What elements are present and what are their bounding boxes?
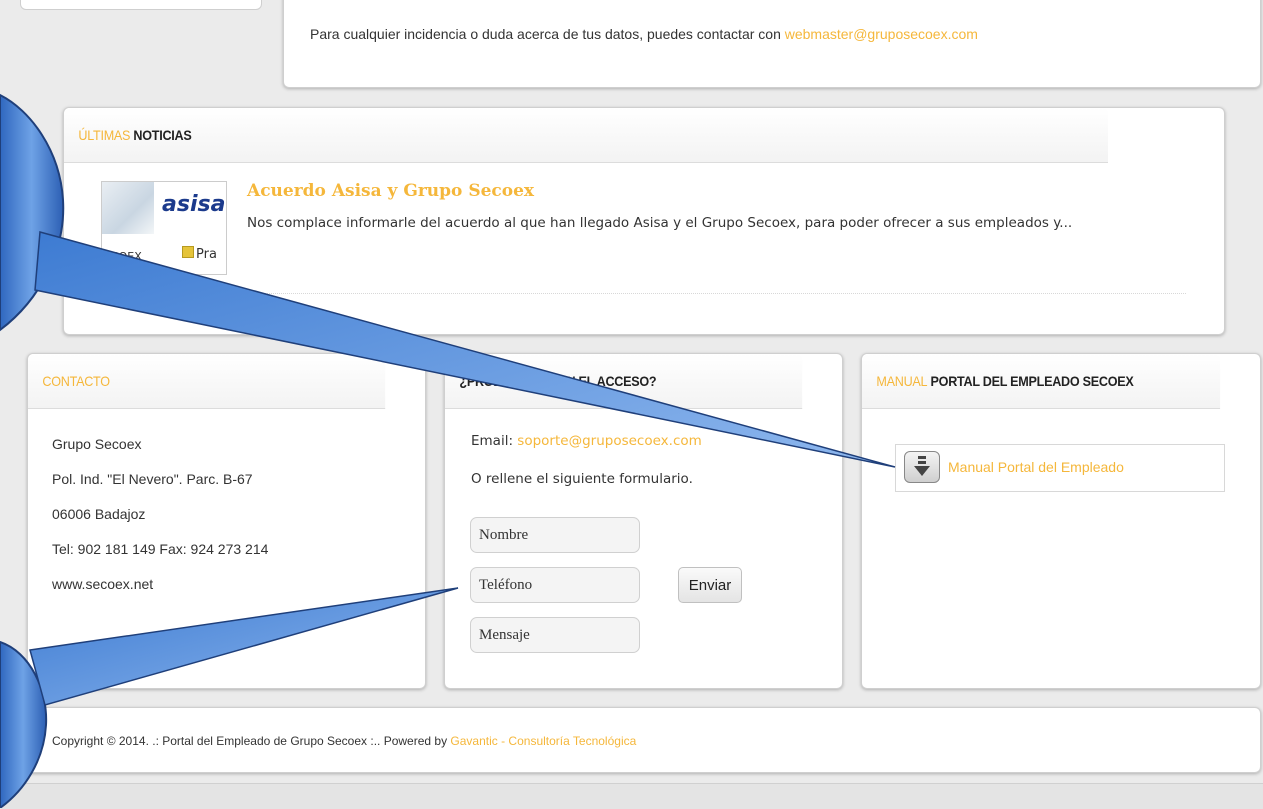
page-bottom-band (0, 783, 1263, 809)
news-thumbnail[interactable]: asisa ECOEX Pra (101, 181, 227, 275)
callout-bubble-upper (0, 93, 65, 332)
news-panel-header: ÚLTIMAS NOTICIAS (64, 108, 1108, 163)
footer-panel: Copyright © 2014. .: Portal del Empleado… (27, 707, 1261, 773)
manual-download-label: Manual Portal del Empleado (948, 459, 1124, 475)
access-title: ¿PROBLEMAS CON EL ACCESO? (459, 373, 657, 389)
form-intro: O rellene el siguiente formulario. (471, 471, 693, 487)
phone-input[interactable] (470, 567, 640, 603)
footer-text: Copyright © 2014. .: Portal del Empleado… (52, 734, 637, 748)
support-email-line: Email: soporte@gruposecoex.com (471, 433, 702, 449)
send-button[interactable]: Enviar (678, 567, 742, 603)
support-email-link[interactable]: soporte@gruposecoex.com (517, 433, 701, 449)
contact-line: 06006 Badajoz (52, 506, 146, 522)
thumb-brand: asisa (162, 192, 226, 217)
manual-panel: MANUAL PORTAL DEL EMPLEADO SECOEX Manual… (861, 353, 1261, 689)
manual-panel-header: MANUAL PORTAL DEL EMPLEADO SECOEX (862, 354, 1221, 409)
message-input[interactable] (470, 617, 640, 653)
contact-website[interactable]: www.secoex.net (52, 574, 153, 594)
thumb-right-text: Pra (182, 246, 217, 262)
name-input[interactable] (470, 517, 640, 553)
data-notice-text: Para cualquier incidencia o duda acerca … (310, 26, 978, 42)
contact-line: Tel: 902 181 149 Fax: 924 273 214 (52, 541, 269, 557)
contact-line: Pol. Ind. "El Nevero". Parc. B-67 (52, 471, 253, 487)
download-icon (904, 451, 940, 483)
contact-panel-header: CONTACTO (28, 354, 386, 409)
thumb-left-text: ECOEX (104, 250, 142, 263)
previous-panel-edge (20, 0, 262, 10)
news-item-title[interactable]: Acuerdo Asisa y Grupo Secoex (247, 181, 534, 201)
manual-download-link[interactable]: Manual Portal del Empleado (895, 444, 1225, 492)
data-notice-panel: Para cualquier incidencia o duda acerca … (283, 0, 1261, 88)
news-title: NOTICIAS (133, 127, 192, 143)
contact-panel: CONTACTO Grupo Secoex Pol. Ind. "El Neve… (27, 353, 426, 689)
contact-line: Grupo Secoex (52, 436, 142, 452)
gavantic-link[interactable]: Gavantic - Consultoría Tecnológica (450, 734, 636, 748)
manual-title: PORTAL DEL EMPLEADO SECOEX (930, 373, 1134, 389)
manual-title-accent: MANUAL (876, 373, 928, 389)
news-panel: ÚLTIMAS NOTICIAS asisa ECOEX Pra Acuerdo… (63, 107, 1225, 335)
contact-title: CONTACTO (42, 373, 110, 389)
webmaster-email-link[interactable]: webmaster@gruposecoex.com (785, 26, 978, 42)
news-divider (101, 293, 1186, 294)
thumb-photo (102, 182, 154, 234)
news-title-accent: ÚLTIMAS (78, 127, 131, 143)
access-panel-header: ¿PROBLEMAS CON EL ACCESO? (445, 354, 803, 409)
thumb-check-icon (182, 246, 194, 258)
news-item-excerpt: Nos complace informarle del acuerdo al q… (247, 215, 1073, 231)
